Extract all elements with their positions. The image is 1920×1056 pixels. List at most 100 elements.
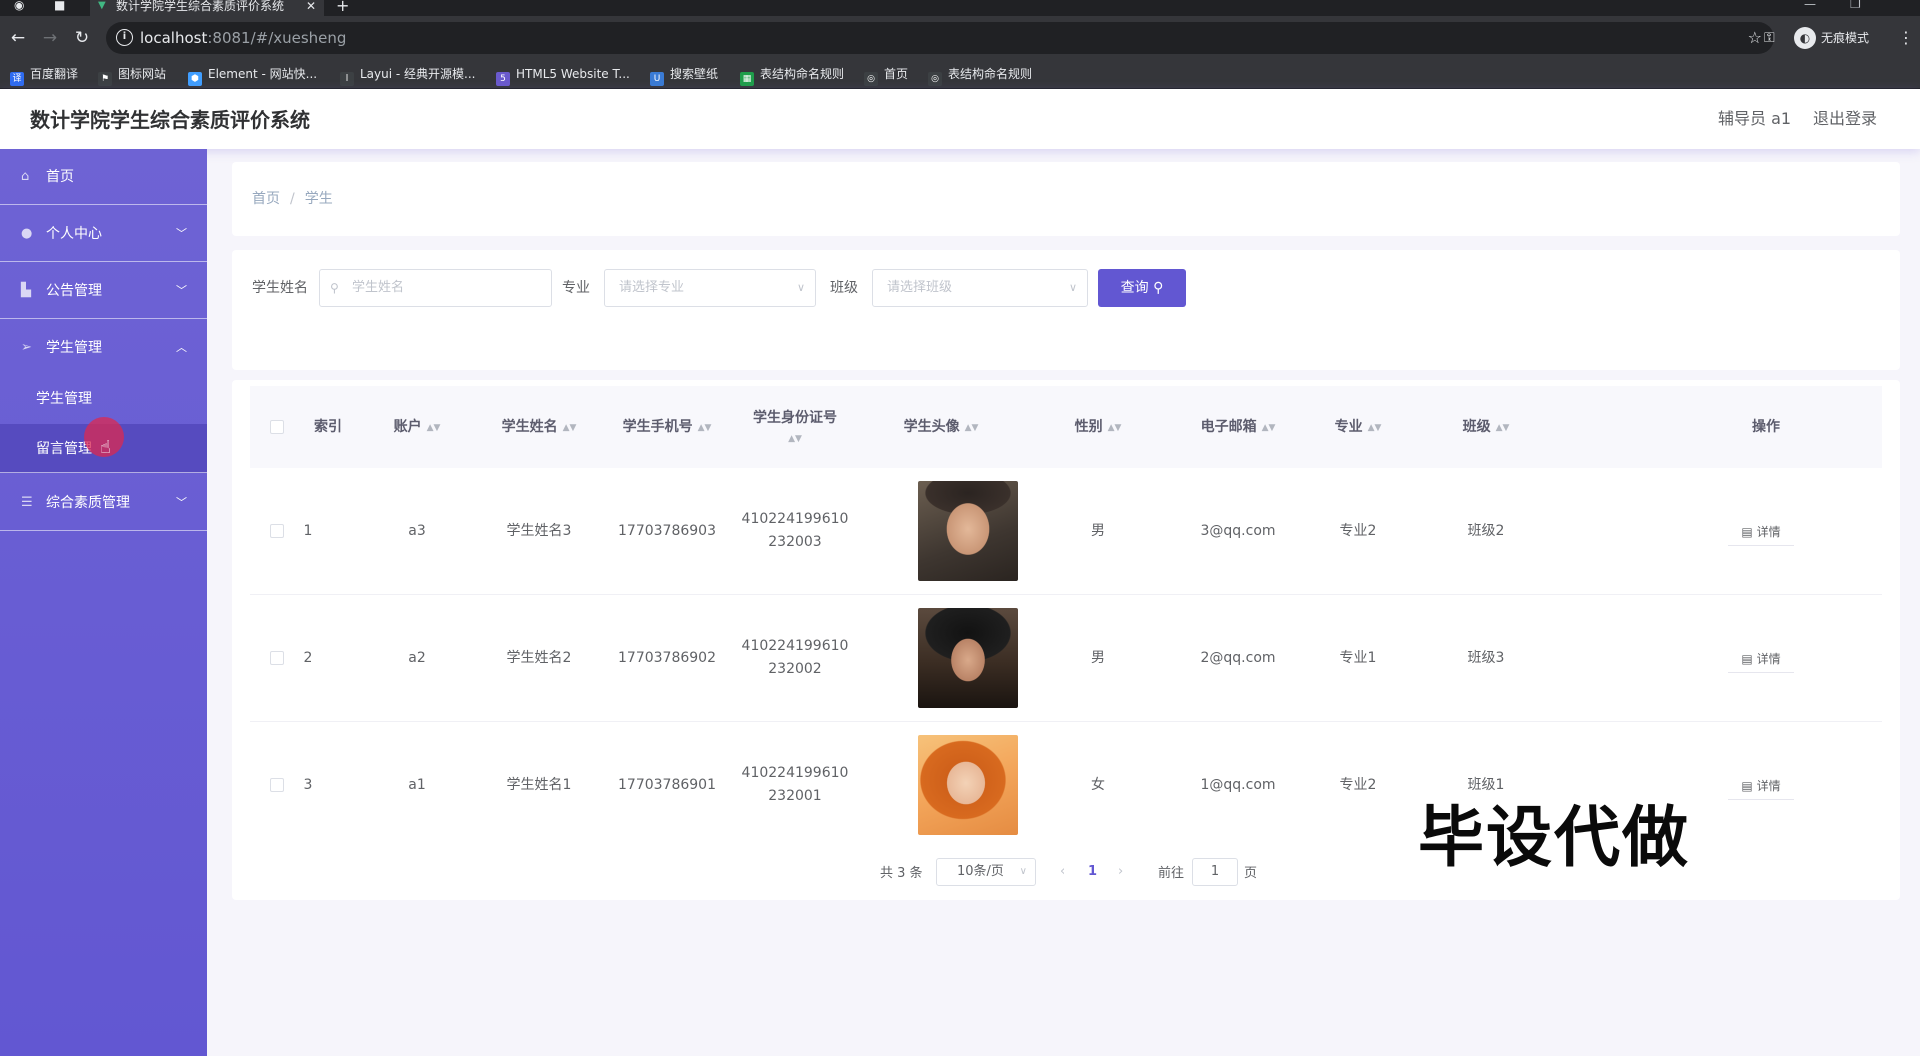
cell-index: 2 [303,650,313,666]
bookmark-item[interactable]: 译百度翻译 [10,60,78,89]
forward-icon[interactable]: → [36,24,64,52]
cell-student-name: 学生姓名1 [506,777,572,793]
sort-icon: ▲▼ [1261,423,1276,433]
cell-index: 3 [303,777,313,793]
detail-button[interactable]: ▤ 详情 [1728,772,1794,800]
password-key-icon[interactable]: ⚿ [1764,24,1775,52]
cell-email: 1@qq.com [1200,777,1276,793]
sidebar-item-label: 综合素质管理 [46,495,130,511]
chevron-down-icon: ﹀ [176,284,187,297]
back-icon[interactable]: ← [4,24,32,52]
sidebar-item-notice[interactable]: ▙ 公告管理 ﹀ [0,263,207,319]
column-header-major[interactable]: 专业 ▲▼ [1308,386,1408,468]
home-icon: ⌂ [21,169,30,184]
detail-button[interactable]: ▤ 详情 [1728,518,1794,546]
vue-favicon-icon: ▼ [98,0,106,11]
cell-gender: 男 [1091,523,1105,539]
reload-icon[interactable]: ↻ [68,24,96,52]
browser-chrome: ◉ ■ ▼ 数计学院学生综合素质评价系统 ✕ + — ❐ ← → ↻ i loc… [0,0,1920,89]
bookmark-item[interactable]: ⬢ Element - 网站快... [188,60,317,89]
browser-menu-icon[interactable]: ◉ [14,0,24,11]
tab-title: 数计学院学生综合素质评价系统 [116,0,285,13]
table-row: 1 a3 学生姓名3 17703786903 410224199610 23200… [250,468,1882,595]
bookmark-item[interactable]: l Layui - 经典开源模... [340,60,475,89]
row-checkbox[interactable] [270,651,284,665]
prev-page-icon[interactable]: ‹ [1060,858,1065,886]
tab-icon[interactable]: ■ [54,0,65,11]
document-icon: ▤ [1741,779,1753,793]
cell-account: a2 [408,650,426,666]
minimize-icon[interactable]: — [1804,0,1816,10]
chevron-down-icon: ﹀ [176,496,187,509]
column-header-email[interactable]: 电子邮箱 ▲▼ [1168,386,1308,468]
document-icon: ▤ [1741,525,1753,539]
sheet-icon: ▦ [740,72,754,86]
next-page-icon[interactable]: › [1118,858,1123,886]
column-header-gender[interactable]: 性别 ▲▼ [1058,386,1138,468]
bookmark-item[interactable]: U 搜索壁纸 [650,60,718,89]
sidebar-item-student[interactable]: ➢ 学生管理 ︿ [0,320,207,376]
bookmark-label: 表结构命名规则 [948,67,1033,81]
logout-link[interactable]: 退出登录 [1813,89,1877,149]
sort-icon: ▲▼ [426,423,441,433]
page-unit-label: 页 [1244,866,1258,881]
url-text: localhost:8081/#/xuesheng [140,29,347,47]
column-header-phone[interactable]: 学生手机号 ▲▼ [602,386,732,468]
class-select[interactable]: 请选择班级 ∨ [872,269,1088,307]
detail-button[interactable]: ▤ 详情 [1728,645,1794,673]
column-header-account[interactable]: 账户 ▲▼ [372,386,462,468]
bookmark-label: 百度翻译 [30,67,79,81]
list-icon: ☰ [21,495,33,510]
student-name-input[interactable]: ⚲ 学生姓名 [319,269,552,307]
browser-tab[interactable]: ▼ 数计学院学生综合素质评价系统 ✕ [90,0,324,16]
student-avatar-image[interactable] [918,735,1018,835]
bookmark-label: Layui - 经典开源模... [360,67,476,81]
bookmark-item[interactable]: ◎ 首页 [864,60,908,89]
bookmark-item[interactable]: ⚑ 图标网站 [98,60,166,89]
address-bar[interactable]: i localhost:8081/#/xuesheng ☆ [106,22,1774,54]
column-header-class[interactable]: 班级 ▲▼ [1436,386,1536,468]
cell-id-card: 410224199610 232003 [741,511,849,550]
new-tab-icon[interactable]: + [336,0,349,14]
column-header-id-card[interactable]: 学生身份证号 ▲▼ [730,386,860,468]
breadcrumb-home[interactable]: 首页 [252,191,280,207]
query-button[interactable]: 查询 ⚲ [1098,269,1186,307]
sidebar-item-label: 学生管理 [46,340,102,356]
page-number-current[interactable]: 1 [1088,858,1097,886]
major-select[interactable]: 请选择专业 ∨ [604,269,816,307]
site-info-icon[interactable]: i [116,29,133,46]
row-checkbox[interactable] [270,778,284,792]
incognito-indicator[interactable]: ◐ 无痕模式 [1794,27,1869,49]
sidebar-item-personal-center[interactable]: ● 个人中心 ﹀ [0,206,207,262]
more-menu-icon[interactable]: ⋮ [1898,24,1914,52]
chart-icon: ▙ [21,283,31,298]
major-label: 专业 [562,280,590,296]
close-tab-icon[interactable]: ✕ [306,0,316,12]
column-header-student-name[interactable]: 学生姓名 ▲▼ [474,386,604,468]
maximize-icon[interactable]: ❐ [1850,0,1861,10]
select-all-checkbox[interactable] [270,420,284,434]
student-avatar-image[interactable] [918,608,1018,708]
column-header-avatar[interactable]: 学生头像 ▲▼ [876,386,1006,468]
cell-id-card: 410224199610 232002 [741,638,849,677]
bookmark-star-icon[interactable]: ☆ [1748,22,1762,54]
bookmark-item[interactable]: ◎ 表结构命名规则 [928,60,1032,89]
page-size-select[interactable]: 10条/页 ∨ [936,858,1036,886]
bookmark-item[interactable]: 5 HTML5 Website T... [496,60,630,89]
sidebar: ⌂ 首页 ● 个人中心 ﹀ ▙ 公告管理 ﹀ ➢ 学生管理 ︿ 学生管理 留言管… [0,149,207,1056]
row-checkbox[interactable] [270,524,284,538]
watermark-text: 毕设代做 [1418,799,1690,876]
class-label: 班级 [830,280,858,296]
search-form: 学生姓名 ⚲ 学生姓名 专业 请选择专业 ∨ 班级 请选择班级 ∨ 查询 ⚲ [232,250,1900,370]
incognito-icon: ◐ [1794,27,1816,49]
sidebar-item-home[interactable]: ⌂ 首页 [0,149,207,205]
flag-icon: ⚑ [98,72,112,86]
breadcrumb: 首页 / 学生 [232,162,1900,236]
sort-icon: ▲▼ [697,423,712,433]
bookmark-item[interactable]: ▦ 表结构命名规则 [740,60,844,89]
student-avatar-image[interactable] [918,481,1018,581]
sidebar-item-quality[interactable]: ☰ 综合素质管理 ﹀ [0,475,207,531]
goto-page-input[interactable]: 1 [1192,858,1238,886]
cell-major: 专业1 [1339,650,1377,666]
cell-account: a3 [408,523,426,539]
